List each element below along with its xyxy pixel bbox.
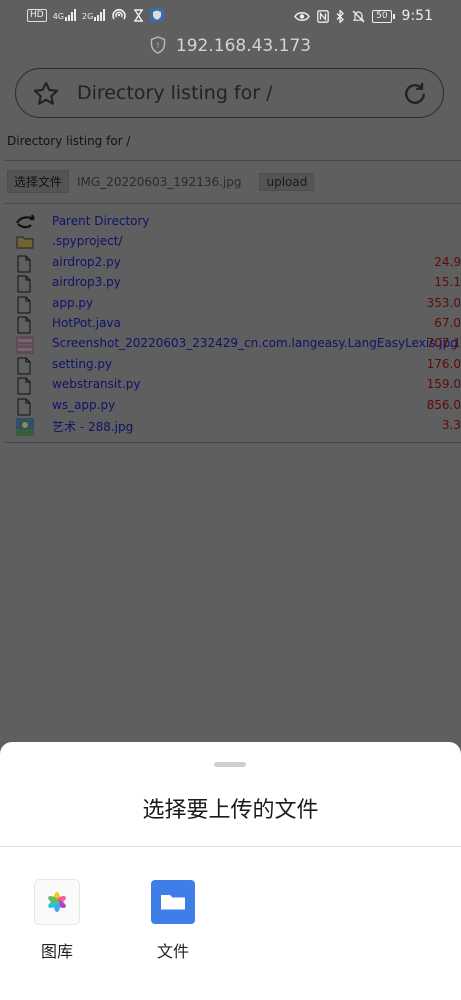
back-icon [16,214,35,230]
address-bar[interactable]: Directory listing for / [15,68,444,118]
entry-size: 15.1 [434,275,461,290]
entry-size: 67.0 [434,315,461,330]
list-item[interactable]: Screenshot_20220603_232429_cn.com.langea… [0,334,461,355]
signal-icon-2: 2G [82,9,106,21]
entry-size: 159.0 [426,377,461,392]
shield-icon: ! [150,36,166,59]
file-icon [16,255,32,273]
list-item[interactable]: webstransit.py 159.0 [0,375,461,395]
entry-name[interactable]: setting.py [52,357,112,371]
hd-badge: HD [27,8,47,22]
entry-size: 856.0 [426,397,461,412]
status-bar: HD 4G 2G 50 9:51 [0,0,461,34]
shield-app-icon [150,8,165,22]
list-item[interactable]: 艺术 - 288.jpg 3.3 [0,416,461,436]
battery-icon: 50 [372,9,395,23]
folder-icon [16,234,34,250]
divider [0,846,461,847]
file-icon [16,275,32,293]
file-chooser-sheet: 选择要上传的文件 图库 文件 [0,742,461,1000]
list-item[interactable]: Parent Directory [0,212,461,232]
list-item[interactable]: airdrop2.py 24.9 [0,253,461,273]
gallery-option[interactable]: 图库 [12,880,102,962]
chosen-file-name: IMG_20220603_192136.jpg [77,174,242,189]
svg-text:!: ! [156,41,159,50]
files-label: 文件 [156,942,189,961]
upload-form: 选择文件 IMG_20220603_192136.jpg upload [7,170,315,193]
signal-2-label: 2G [82,12,94,21]
list-item[interactable]: app.py 353.0 [0,294,461,314]
image-icon [16,336,34,355]
gallery-label: 图库 [40,942,73,961]
file-icon [16,357,32,375]
status-left: HD 4G 2G [27,8,165,22]
entry-name[interactable]: 艺术 - 288.jpg [52,418,133,435]
entry-name[interactable]: Screenshot_20220603_232429_cn.com.langea… [52,336,458,350]
entry-name[interactable]: app.py [52,296,93,310]
file-list: Parent Directory .spyproject/ airdrop2.p… [0,212,461,436]
list-item[interactable]: .spyproject/ [0,232,461,252]
choose-file-button[interactable]: 选择文件 [7,170,70,193]
entry-name[interactable]: airdrop3.py [52,275,121,289]
divider [5,160,461,161]
hourglass-icon [134,8,144,22]
entry-name[interactable]: .spyproject/ [52,234,122,248]
entry-name[interactable]: webstransit.py [52,377,141,391]
entry-name[interactable]: HotPot.java [52,316,121,330]
entry-size: 24.9 [434,254,461,269]
eye-icon [294,11,310,21]
divider [5,442,461,443]
battery-level: 50 [372,9,392,23]
list-item[interactable]: HotPot.java 67.0 [0,314,461,334]
file-icon [16,296,32,314]
files-icon [151,880,195,924]
star-icon[interactable] [32,80,60,112]
list-item[interactable]: ws_app.py 856.0 [0,396,461,416]
clock: 9:51 [401,8,433,24]
file-icon [16,316,32,334]
file-icon [16,398,32,416]
reload-icon[interactable] [401,80,429,112]
sheet-title: 选择要上传的文件 [142,798,319,823]
signal-icon-1: 4G [53,9,76,21]
upload-button[interactable]: upload [259,172,315,191]
image-icon [16,417,34,436]
divider [5,203,461,204]
address-bar-title: Directory listing for / [77,82,273,104]
list-item[interactable]: setting.py 176.0 [0,355,461,375]
entry-size: 707.1 [426,336,461,351]
nfc-icon [317,9,329,23]
hotspot-icon [112,8,127,20]
entry-size: 353.0 [426,295,461,310]
entry-size: 3.3 [441,417,461,432]
drag-handle[interactable] [214,762,246,767]
entry-size: 176.0 [426,356,461,371]
entry-name[interactable]: Parent Directory [52,214,150,228]
signal-1-label: 4G [52,12,64,21]
status-right: 50 9:51 [294,8,433,24]
gallery-icon [35,880,79,924]
files-option[interactable]: 文件 [128,880,218,962]
entry-name[interactable]: airdrop2.py [52,255,121,269]
url-display[interactable]: ! 192.168.43.173 [0,36,461,59]
file-icon [16,377,32,395]
list-item[interactable]: airdrop3.py 15.1 [0,273,461,293]
entry-name[interactable]: ws_app.py [52,398,115,412]
mute-icon [352,10,365,22]
bluetooth-icon [336,9,345,23]
url-text: 192.168.43.173 [175,36,312,56]
page-heading: Directory listing for / [7,134,131,148]
